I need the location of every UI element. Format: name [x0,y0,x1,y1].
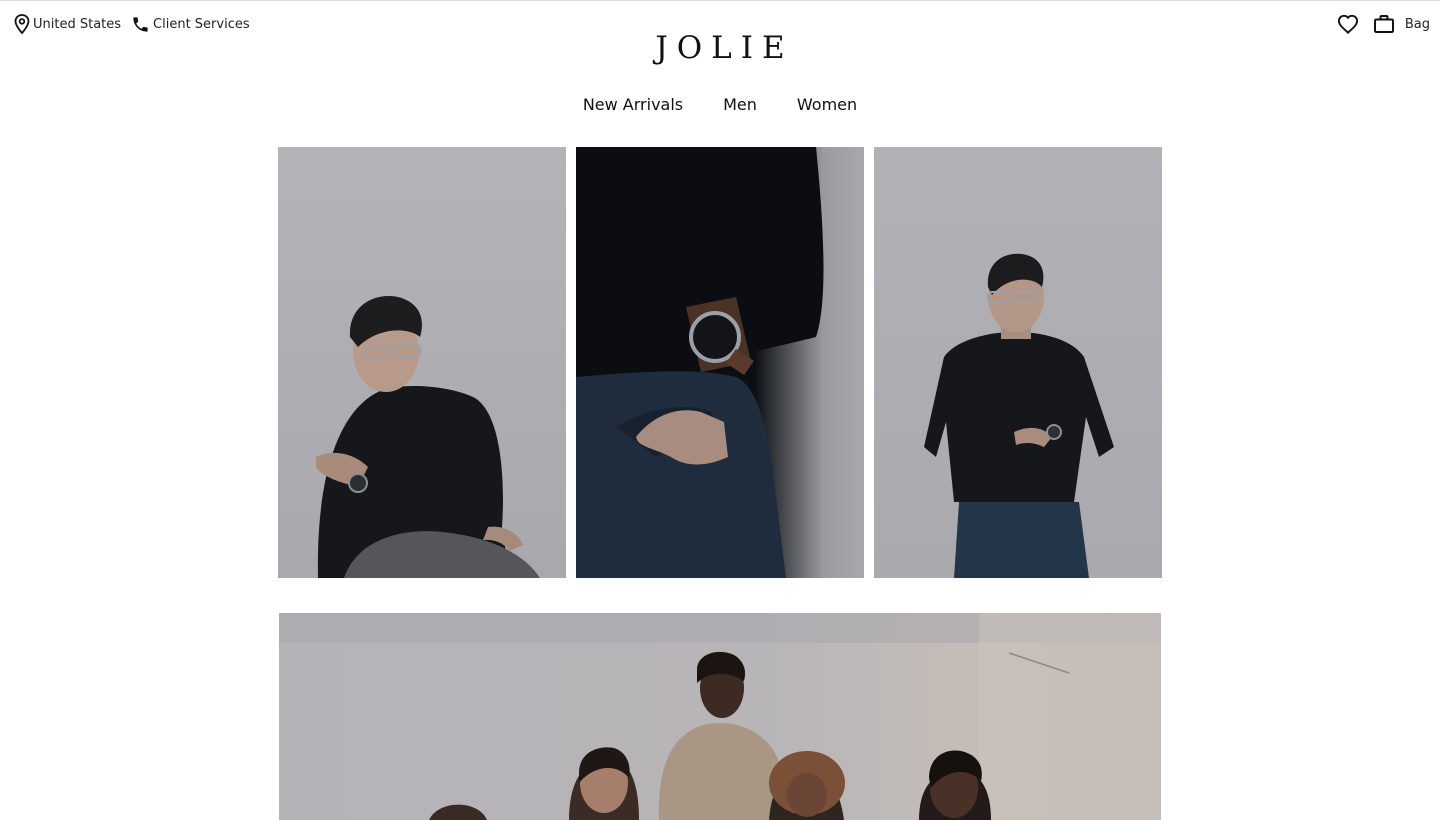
gallery-photo-smiling-man[interactable] [278,147,566,578]
men-photo-gallery [278,147,1162,578]
main-navigation: New Arrivals Men Women [0,95,1440,117]
nav-item-men[interactable]: Men [723,95,757,117]
nav-item-new-arrivals[interactable]: New Arrivals [583,95,683,117]
women-collection-hero-image[interactable] [279,613,1161,820]
top-divider [0,0,1440,1]
nav-item-women[interactable]: Women [797,95,857,117]
brand-logo[interactable]: JOLIE [0,30,1440,66]
gallery-photo-wrist-watch[interactable] [576,147,864,578]
gallery-photo-standing-man[interactable] [874,147,1162,578]
